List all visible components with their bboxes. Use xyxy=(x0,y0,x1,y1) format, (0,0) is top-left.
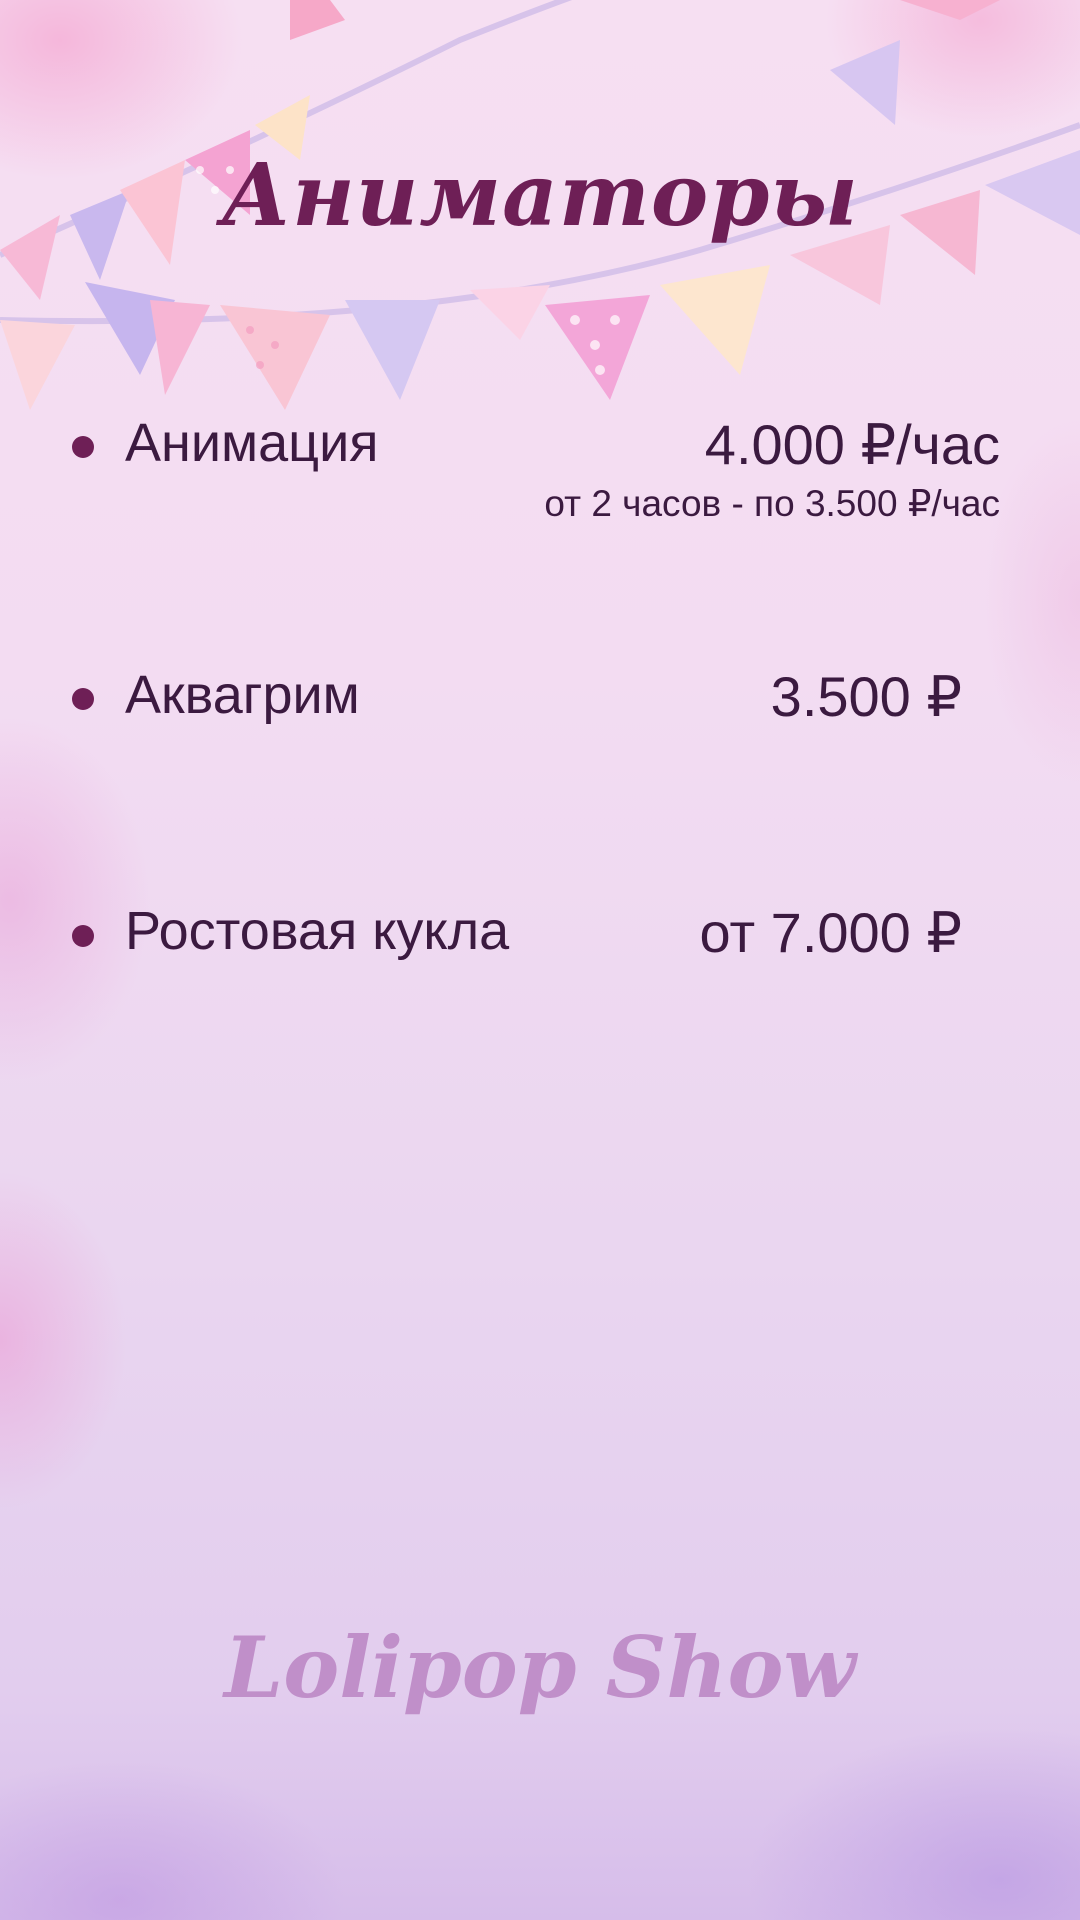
bullet-dot-icon xyxy=(72,925,94,947)
bullet-dot-icon xyxy=(72,436,94,458)
service-price: от 7.000 ₽ xyxy=(699,901,962,964)
service-price: 4.000 ₽/час xyxy=(704,413,1000,476)
service-name: Анимация xyxy=(125,413,379,473)
brand-footer: Lolipop Show xyxy=(224,1618,856,1717)
service-note: от 2 часов - по 3.500 ₽/час xyxy=(544,483,1000,524)
service-price: 3.500 ₽ xyxy=(770,665,962,728)
service-name: Аквагрим xyxy=(125,665,360,725)
service-name: Ростовая кукла xyxy=(125,901,510,961)
page-title: Аниматоры xyxy=(221,145,859,246)
bullet-dot-icon xyxy=(72,688,94,710)
